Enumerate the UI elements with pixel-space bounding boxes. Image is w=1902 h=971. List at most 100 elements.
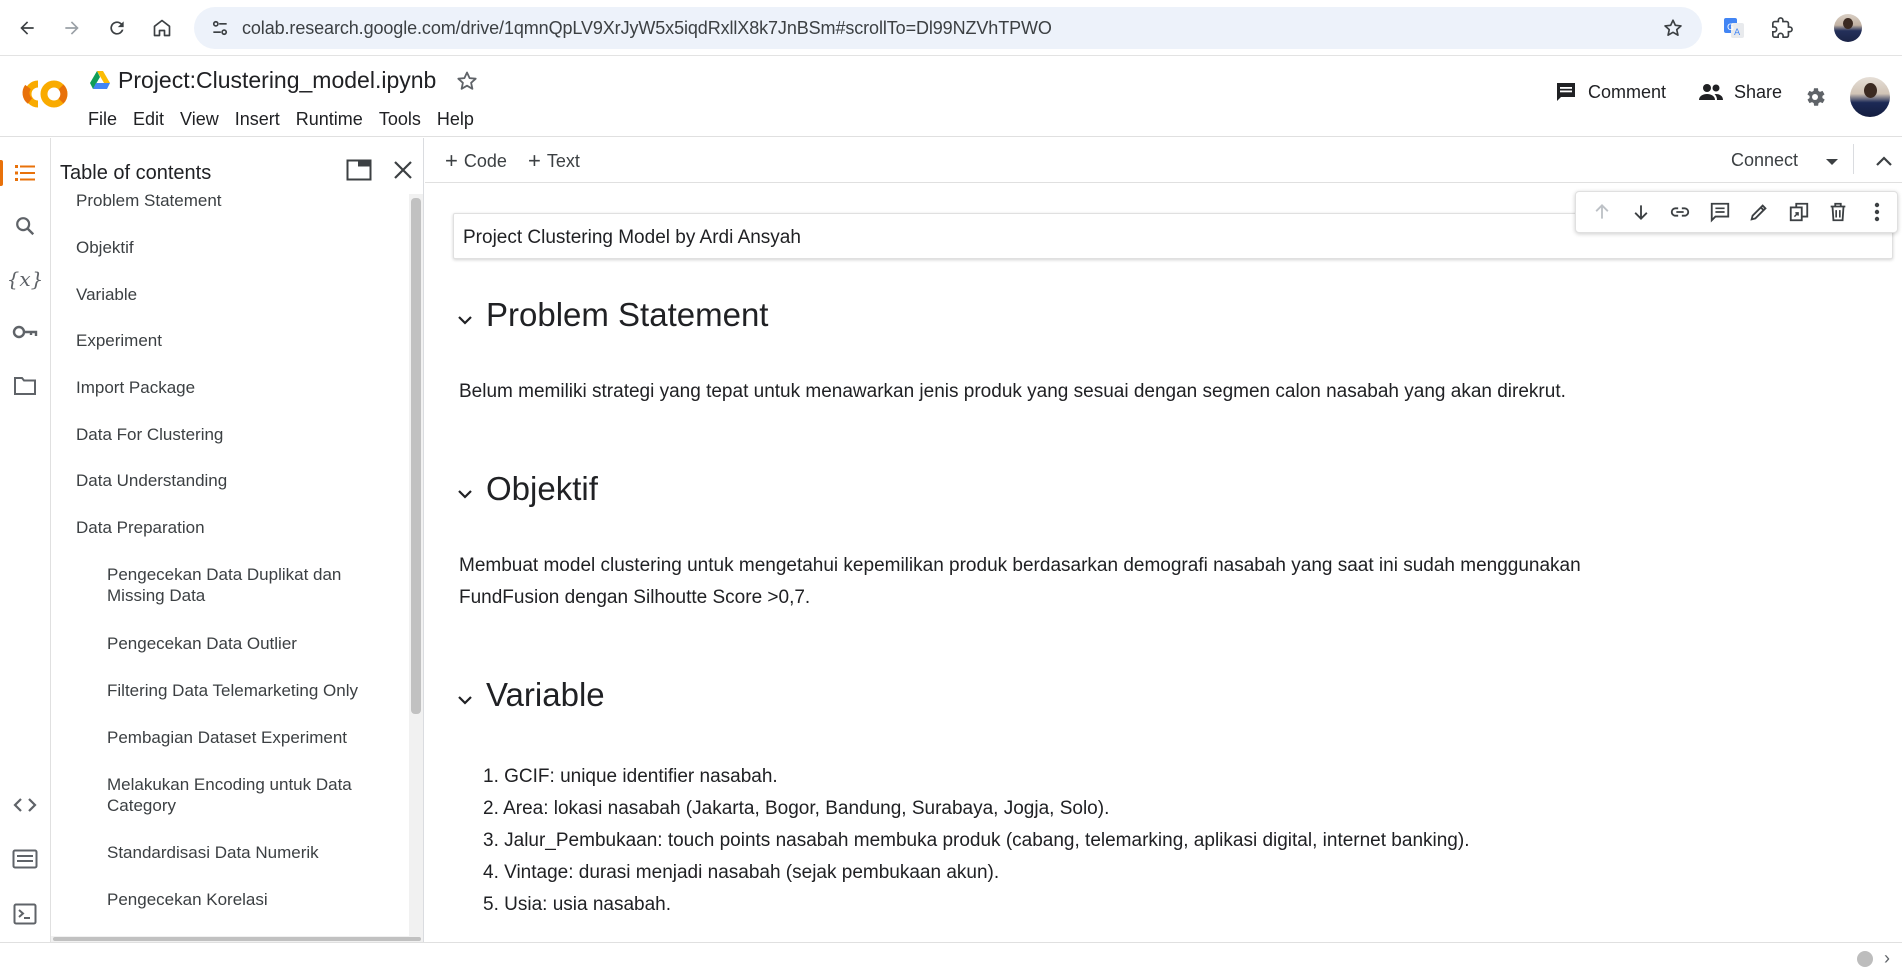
- toc-item[interactable]: Import Package: [76, 377, 195, 398]
- toc-subitem[interactable]: Pengecekan Data Outlier: [107, 633, 377, 654]
- chevron-down-icon[interactable]: [453, 688, 477, 712]
- close-icon[interactable]: [387, 154, 419, 186]
- toc-subitem[interactable]: Melakukan Encoding untuk Data Category: [107, 774, 377, 816]
- section-heading: Problem Statement: [486, 296, 769, 333]
- terminal-icon[interactable]: [8, 897, 42, 931]
- google-drive-icon: [90, 71, 110, 89]
- list-item: 1. GCIF: unique identifier nasabah.: [483, 766, 778, 787]
- add-comment-icon[interactable]: [1700, 192, 1739, 232]
- share-button[interactable]: Share: [1698, 74, 1782, 110]
- section-paragraph-line: Membuat model clustering untuk mengetahu…: [459, 555, 1581, 576]
- variable-list: 1. GCIF: unique identifier nasabah. 2. A…: [453, 761, 1469, 921]
- chevron-right-icon[interactable]: ›: [1884, 948, 1890, 969]
- toolbar-divider: [1853, 144, 1854, 174]
- toc-subitem[interactable]: Standardisasi Data Numerik: [107, 842, 377, 863]
- chevron-down-icon[interactable]: [453, 482, 477, 506]
- add-code-label: Code: [463, 150, 507, 171]
- mirror-cell-icon[interactable]: [1779, 192, 1818, 232]
- comment-button[interactable]: Comment: [1554, 74, 1666, 110]
- star-notebook-icon[interactable]: [454, 68, 480, 94]
- extensions-puzzle-icon[interactable]: [1766, 12, 1798, 44]
- forward-icon[interactable]: [56, 12, 88, 44]
- address-bar[interactable]: colab.research.google.com/drive/1qmnQpLV…: [194, 7, 1702, 49]
- back-icon[interactable]: [11, 12, 43, 44]
- bookmark-star-icon[interactable]: [1658, 13, 1688, 43]
- plus-icon: +: [445, 148, 458, 173]
- list-item: 2. Area: lokasi nasabah (Jakarta, Bogor,…: [483, 798, 1110, 819]
- files-folder-icon[interactable]: [8, 369, 42, 403]
- link-icon[interactable]: [1661, 192, 1700, 232]
- toc-scrollbar[interactable]: [409, 194, 423, 939]
- menu-tools[interactable]: Tools: [371, 106, 429, 132]
- list-item: 5. Usia: usia nasabah.: [483, 894, 672, 915]
- connect-button[interactable]: Connect: [1731, 150, 1798, 171]
- menu-edit[interactable]: Edit: [125, 106, 172, 132]
- plus-icon: +: [528, 148, 541, 173]
- toc-scrollbar-thumb[interactable]: [411, 198, 421, 714]
- add-text-label: Text: [546, 150, 580, 171]
- table-of-contents-icon[interactable]: [0, 156, 42, 190]
- side-icon-rail: {x}: [0, 138, 50, 942]
- settings-gear-icon[interactable]: [1800, 82, 1830, 112]
- chevron-down-icon[interactable]: [453, 308, 477, 332]
- url-text[interactable]: colab.research.google.com/drive/1qmnQpLV…: [242, 18, 1052, 39]
- toc-item[interactable]: Data Understanding: [76, 470, 227, 491]
- svg-text:G: G: [1727, 23, 1734, 33]
- section-heading: Variable: [486, 676, 605, 713]
- move-up-icon[interactable]: [1582, 192, 1621, 232]
- menu-insert[interactable]: Insert: [227, 106, 288, 132]
- menu-bar: File Edit View Insert Runtime Tools Help: [80, 106, 482, 132]
- toc-subitem[interactable]: Filtering Data Telemarketing Only: [107, 680, 377, 701]
- toc-item[interactable]: Experiment: [76, 330, 162, 351]
- list-item-text: Area: lokasi nasabah (Jakarta, Bogor, Ba…: [503, 798, 1110, 819]
- toc-title: Table of contents: [60, 162, 212, 184]
- open-in-tab-icon[interactable]: [343, 154, 375, 186]
- translate-extension-icon[interactable]: GA: [1718, 12, 1750, 44]
- colab-header: Project:Clustering_model.ipynb File Edit…: [0, 56, 1902, 137]
- notebook-content: Project Clustering Model by Ardi Ansyah: [425, 184, 1902, 942]
- toc-item[interactable]: Data Preparation: [76, 517, 205, 538]
- toc-horizontal-scrollbar-thumb[interactable]: [53, 937, 421, 941]
- section-paragraph: Belum memiliki strategi yang tepat untuk…: [459, 381, 1566, 402]
- toc-subitem[interactable]: Pengecekan Data Duplikat dan Missing Dat…: [107, 564, 377, 606]
- collapse-header-icon[interactable]: [1871, 148, 1897, 174]
- search-icon[interactable]: [8, 209, 42, 243]
- list-item-text: Usia: usia nasabah.: [504, 894, 672, 915]
- section-heading: Objektif: [486, 470, 598, 507]
- toc-item[interactable]: Problem Statement: [76, 190, 222, 211]
- home-icon[interactable]: [146, 12, 178, 44]
- account-avatar[interactable]: [1850, 77, 1890, 117]
- menu-runtime[interactable]: Runtime: [288, 106, 371, 132]
- comment-icon: [1557, 83, 1575, 101]
- section-paragraph-line: FundFusion dengan Silhoutte Score >0,7.: [459, 587, 811, 608]
- colab-logo[interactable]: [16, 76, 72, 112]
- comment-label: Comment: [1588, 81, 1667, 102]
- add-code-button[interactable]: + Code: [445, 148, 507, 174]
- share-label: Share: [1734, 81, 1783, 102]
- toc-item[interactable]: Data For Clustering: [76, 424, 223, 445]
- toc-item[interactable]: Variable: [76, 284, 137, 305]
- toc-subitem[interactable]: Pengecekan Korelasi: [107, 889, 377, 910]
- profile-avatar[interactable]: [1834, 14, 1862, 42]
- toc-item[interactable]: Objektif: [76, 237, 134, 258]
- add-text-button[interactable]: + Text: [528, 148, 580, 174]
- variables-icon[interactable]: {x}: [7, 262, 44, 296]
- reload-icon[interactable]: [101, 12, 133, 44]
- secrets-key-icon[interactable]: [8, 315, 42, 349]
- menu-file[interactable]: File: [80, 106, 125, 132]
- connect-dropdown-icon[interactable]: [1820, 150, 1844, 174]
- more-vert-icon[interactable]: [1858, 192, 1897, 232]
- menu-view[interactable]: View: [172, 106, 227, 132]
- code-snippets-icon[interactable]: [8, 788, 42, 822]
- toc-subitem[interactable]: Pembagian Dataset Experiment: [107, 727, 377, 748]
- people-icon: [1699, 84, 1723, 100]
- status-bar: ›: [0, 942, 1902, 971]
- site-info-icon[interactable]: [204, 12, 236, 44]
- delete-trash-icon[interactable]: [1818, 192, 1857, 232]
- notebook-title[interactable]: Project:Clustering_model.ipynb: [118, 67, 436, 94]
- edit-pencil-icon[interactable]: [1740, 192, 1779, 232]
- menu-help[interactable]: Help: [429, 106, 482, 132]
- list-item: 4. Vintage: durasi menjadi nasabah (seja…: [483, 862, 1000, 883]
- move-down-icon[interactable]: [1621, 192, 1660, 232]
- command-palette-icon[interactable]: [8, 842, 42, 876]
